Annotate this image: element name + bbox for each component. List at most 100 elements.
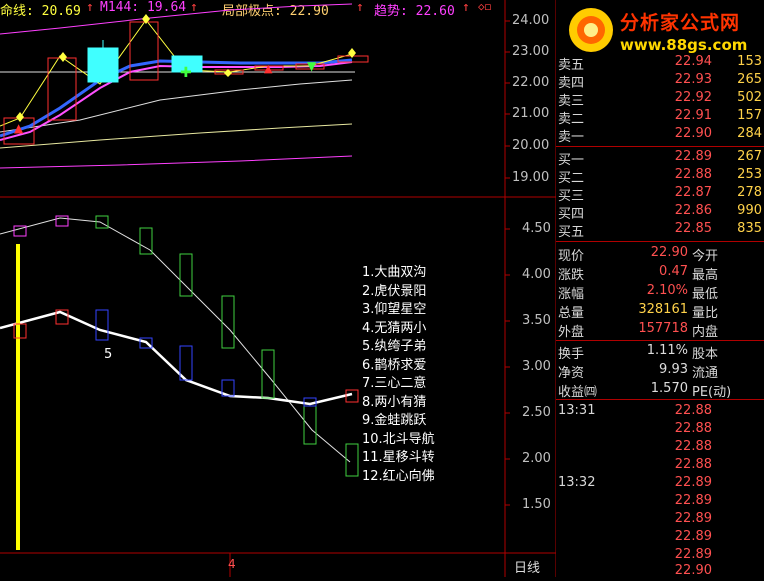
legend-item: 1.大曲双沟 xyxy=(362,265,427,280)
bid-label: 买三 xyxy=(558,189,585,204)
stat-label: 外盘 xyxy=(558,325,585,340)
stat-right-label: 量比 xyxy=(692,306,719,321)
ask-row: 卖一 22.90 284 xyxy=(556,126,764,145)
ask-volume: 284 xyxy=(737,126,762,141)
legend-item: 9.金蛙跳跃 xyxy=(362,413,427,428)
bid-label: 买四 xyxy=(558,207,585,222)
stat-value: 157718 xyxy=(638,321,688,336)
bid-price: 22.85 xyxy=(674,221,712,236)
ask-row: 卖四 22.93 265 xyxy=(556,72,764,91)
ask-row: 卖三 22.92 502 xyxy=(556,90,764,109)
stat-right-label: 今开 xyxy=(692,249,719,264)
stats2-divider xyxy=(556,340,764,341)
indicator-tick: 2.00 xyxy=(522,451,551,466)
svg-text:▲: ▲ xyxy=(14,121,24,135)
local-pole-line xyxy=(0,19,353,127)
stat-row: 换手 1.11% 股本 xyxy=(556,343,764,362)
ask-row: 卖二 22.91 157 xyxy=(556,108,764,127)
tick-row: 13:31 22.88 xyxy=(556,403,764,421)
stat-right-label: 最低 xyxy=(692,287,719,302)
stat-label: 收益㈣ xyxy=(558,385,598,400)
legend-item: 8.两小有猜 xyxy=(362,394,427,410)
bid-price: 22.89 xyxy=(674,149,712,164)
tick-row: 22.89 xyxy=(556,511,764,529)
ask-label: 卖五 xyxy=(558,58,585,73)
bid-label: 买一 xyxy=(558,153,585,168)
bid-row: 买一 22.89 267 xyxy=(556,149,764,168)
price-tick: 21.00 xyxy=(512,106,550,121)
ask-volume: 502 xyxy=(737,90,762,105)
price-axis-ticks xyxy=(505,20,510,179)
stats-divider xyxy=(556,241,764,242)
tick-price: 22.88 xyxy=(674,457,712,472)
indicator-axis-ticks xyxy=(505,228,510,506)
stat-label: 总量 xyxy=(558,306,585,321)
ma-yellow-low xyxy=(0,123,353,149)
svg-text:▼: ▼ xyxy=(307,59,317,73)
legend-item: 10.北斗导航 xyxy=(362,431,435,447)
indicator-upper-line xyxy=(0,217,351,463)
tick-time: 13:32 xyxy=(558,475,596,490)
bid-volume: 253 xyxy=(737,167,762,182)
stat-label: 净资 xyxy=(558,366,585,381)
stat-right-label: 股本 xyxy=(692,347,719,362)
legend-item: 6.鹊桥求爱 xyxy=(362,357,427,373)
ma-magenta-thick xyxy=(0,61,353,141)
bid-price: 22.88 xyxy=(674,167,712,182)
candle xyxy=(87,47,119,83)
m144-line xyxy=(0,155,353,169)
ticks-divider xyxy=(556,399,764,400)
indicator-main-line xyxy=(0,310,353,406)
chart-canvas: ✚ ▼ ▲ ▲ xyxy=(0,0,556,577)
ask-price: 22.91 xyxy=(674,108,712,123)
price-tick: 24.00 xyxy=(512,13,550,28)
stat-value: 1.11% xyxy=(646,343,688,358)
svg-text:✚: ✚ xyxy=(180,65,192,81)
stat-right-label: 最高 xyxy=(692,268,719,283)
price-tick: 23.00 xyxy=(512,44,550,59)
ask-price: 22.94 xyxy=(674,54,712,69)
ask-label: 卖四 xyxy=(558,76,585,91)
legend-item: 12.红心向佛 xyxy=(362,468,435,484)
ask-price: 22.93 xyxy=(674,72,712,87)
indicator-tick: 3.50 xyxy=(522,313,551,328)
bid-price: 22.86 xyxy=(674,203,712,218)
stat-right-label: 流通 xyxy=(692,366,719,381)
stat-row: 净资 9.93 流通 xyxy=(556,362,764,381)
legend-item: 7.三心二意 xyxy=(362,376,427,391)
ask-price: 22.90 xyxy=(674,126,712,141)
tick-price: 22.89 xyxy=(674,547,712,562)
stat-row: 涨幅 2.10% 最低 xyxy=(556,283,764,302)
tick-row: 22.88 xyxy=(556,421,764,439)
ask-volume: 265 xyxy=(737,72,762,87)
indicator-tick: 3.00 xyxy=(522,359,551,374)
bottom-marker: 4 xyxy=(228,557,236,571)
indicator-annotation: 5 xyxy=(104,347,113,362)
bid-volume: 835 xyxy=(737,221,762,236)
tick-price: 22.89 xyxy=(674,529,712,544)
ask-price: 22.92 xyxy=(674,90,712,105)
legend-item: 4.无猜两小 xyxy=(362,320,427,336)
tick-price: 22.89 xyxy=(674,475,712,490)
stat-row: 涨跌 0.47 最高 xyxy=(556,264,764,283)
stat-value: 0.47 xyxy=(659,264,688,279)
stat-row: 现价 22.90 今开 xyxy=(556,245,764,264)
ask-volume: 157 xyxy=(737,108,762,123)
tick-row: 22.89 xyxy=(556,529,764,547)
tick-row: 22.88 xyxy=(556,457,764,475)
bid-label: 买二 xyxy=(558,171,585,186)
stat-right-label: PE(动) xyxy=(692,385,732,400)
tick-price: 22.90 xyxy=(674,563,712,578)
tick-row: 22.90 xyxy=(556,563,764,581)
tick-row: 22.89 xyxy=(556,493,764,511)
indicator-boxes xyxy=(13,215,359,477)
stat-row: 总量 328161 量比 xyxy=(556,302,764,321)
indicator-yellow-bar xyxy=(16,244,20,550)
tick-price: 22.89 xyxy=(674,511,712,526)
tick-price: 22.88 xyxy=(674,439,712,454)
ma-white xyxy=(0,79,353,133)
stat-row: 收益㈣ 1.570 PE(动) xyxy=(556,381,764,400)
stat-label: 涨幅 xyxy=(558,287,585,302)
period-label[interactable]: 日线 xyxy=(514,557,540,576)
price-markers: ✚ ▼ ▲ ▲ xyxy=(14,14,356,135)
